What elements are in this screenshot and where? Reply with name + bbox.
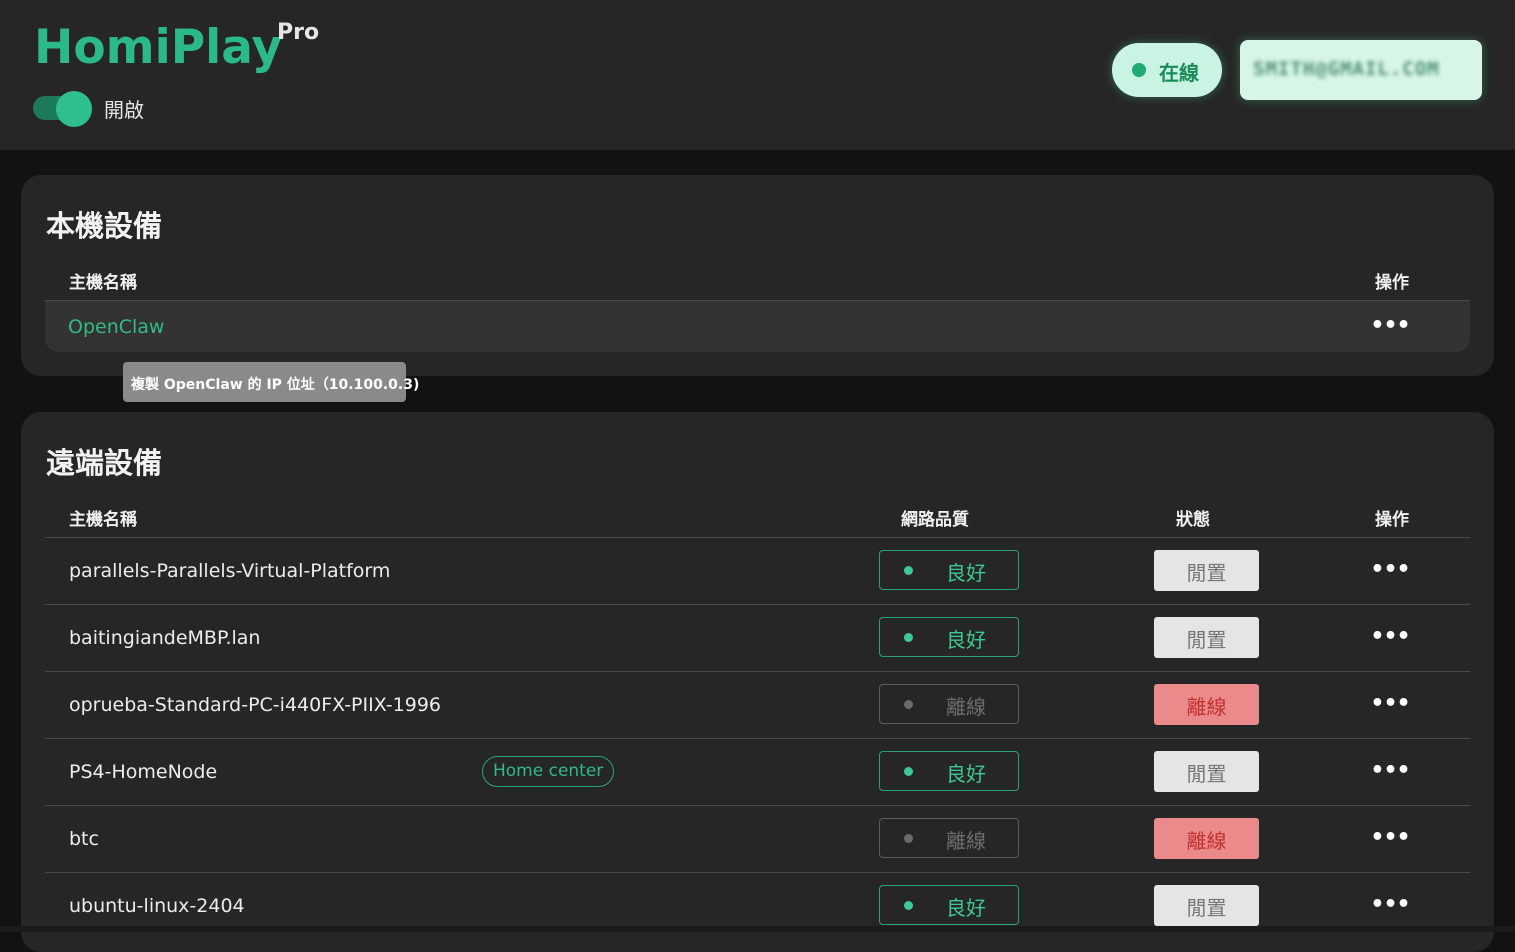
- status-text: 離線: [1186, 829, 1227, 853]
- status-badge: 閒置: [1154, 885, 1259, 926]
- status-text: 離線: [1186, 695, 1227, 719]
- local-devices-panel: 本機設備 主機名稱 操作 OpenClaw •••: [21, 175, 1494, 376]
- status-text: 閒置: [1186, 762, 1227, 786]
- toggle-knob: [56, 91, 92, 127]
- status-badge: 離線: [1154, 684, 1259, 725]
- quality-dot-icon: [904, 767, 913, 776]
- host-name: parallels-Parallels-Virtual-Platform: [69, 560, 391, 582]
- table-row[interactable]: oprueba-Standard-PC-i440FX-PIIX-1996 離線 …: [45, 672, 1470, 739]
- network-quality-badge: 良好: [879, 885, 1019, 925]
- row-more-button[interactable]: •••: [1370, 693, 1410, 715]
- quality-dot-icon: [904, 566, 913, 575]
- status-badge: 離線: [1154, 818, 1259, 859]
- network-quality-badge: 良好: [879, 751, 1019, 791]
- quality-text: 良好: [946, 762, 986, 786]
- status-badge: 閒置: [1154, 617, 1259, 658]
- table-row[interactable]: PS4-HomeNode Home center 良好 閒置 •••: [45, 739, 1470, 806]
- table-row[interactable]: btc 離線 離線 •••: [45, 806, 1470, 873]
- row-more-button[interactable]: •••: [1370, 827, 1410, 849]
- host-name: PS4-HomeNode: [69, 761, 218, 783]
- local-col-action: 操作: [1375, 273, 1409, 293]
- service-toggle[interactable]: [33, 91, 93, 127]
- quality-text: 良好: [946, 561, 986, 585]
- quality-text: 離線: [946, 829, 986, 853]
- network-quality-badge: 離線: [879, 818, 1019, 858]
- local-col-host: 主機名稱: [69, 273, 137, 293]
- home-center-tag: Home center: [482, 756, 615, 787]
- local-device-name[interactable]: OpenClaw: [68, 316, 164, 338]
- remote-col-quality: 網路品質: [901, 510, 969, 530]
- status-badge: 閒置: [1154, 751, 1259, 792]
- local-devices-title: 本機設備: [46, 209, 163, 243]
- table-row[interactable]: baitingiandeMBP.lan 良好 閒置 •••: [45, 605, 1470, 672]
- account-email-button[interactable]: SMITH@GMAIL.COM: [1240, 40, 1482, 100]
- host-name: baitingiandeMBP.lan: [69, 627, 261, 649]
- account-email: SMITH@GMAIL.COM: [1253, 58, 1440, 80]
- network-quality-badge: 離線: [879, 684, 1019, 724]
- toggle-label: 開啟: [104, 98, 144, 122]
- online-status-badge[interactable]: 在線: [1112, 43, 1222, 97]
- network-quality-badge: 良好: [879, 617, 1019, 657]
- local-device-row[interactable]: OpenClaw •••: [45, 301, 1470, 352]
- window-bottom-edge: [0, 926, 1515, 932]
- remote-devices-title: 遠端設備: [46, 446, 163, 480]
- quality-text: 離線: [946, 695, 986, 719]
- remote-col-status: 狀態: [1176, 510, 1210, 530]
- row-more-button[interactable]: •••: [1370, 559, 1410, 581]
- status-badge: 閒置: [1154, 550, 1259, 591]
- quality-dot-icon: [904, 700, 913, 709]
- app-header: HomiPlay Pro 開啟 在線 SMITH@GMAIL.COM: [0, 0, 1515, 150]
- quality-text: 良好: [946, 896, 986, 920]
- quality-dot-icon: [904, 633, 913, 642]
- app-logo: HomiPlay: [34, 20, 283, 75]
- quality-text: 良好: [946, 628, 986, 652]
- pro-badge: Pro: [277, 20, 320, 45]
- quality-dot-icon: [904, 834, 913, 843]
- row-more-button[interactable]: •••: [1370, 760, 1410, 782]
- network-quality-badge: 良好: [879, 550, 1019, 590]
- row-more-button[interactable]: •••: [1370, 894, 1410, 916]
- status-text: 閒置: [1186, 628, 1227, 652]
- online-dot-icon: [1132, 63, 1146, 77]
- quality-dot-icon: [904, 901, 913, 910]
- row-more-button[interactable]: •••: [1370, 626, 1410, 648]
- tooltip-text: 複製 OpenClaw 的 IP 位址（10.100.0.3): [131, 377, 420, 393]
- host-name: ubuntu-linux-2404: [69, 895, 245, 917]
- status-text: 閒置: [1186, 896, 1227, 920]
- remote-devices-panel: 遠端設備 主機名稱 網路品質 狀態 操作 parallels-Parallels…: [21, 412, 1494, 952]
- table-row[interactable]: parallels-Parallels-Virtual-Platform 良好 …: [45, 538, 1470, 605]
- copy-ip-tooltip: 複製 OpenClaw 的 IP 位址（10.100.0.3): [123, 362, 419, 402]
- remote-col-host: 主機名稱: [69, 510, 137, 530]
- host-name: btc: [69, 828, 99, 850]
- remote-col-action: 操作: [1375, 510, 1409, 530]
- status-text: 閒置: [1186, 561, 1227, 585]
- local-more-button[interactable]: •••: [1370, 315, 1410, 337]
- host-name: oprueba-Standard-PC-i440FX-PIIX-1996: [69, 694, 442, 716]
- online-status-text: 在線: [1159, 61, 1199, 85]
